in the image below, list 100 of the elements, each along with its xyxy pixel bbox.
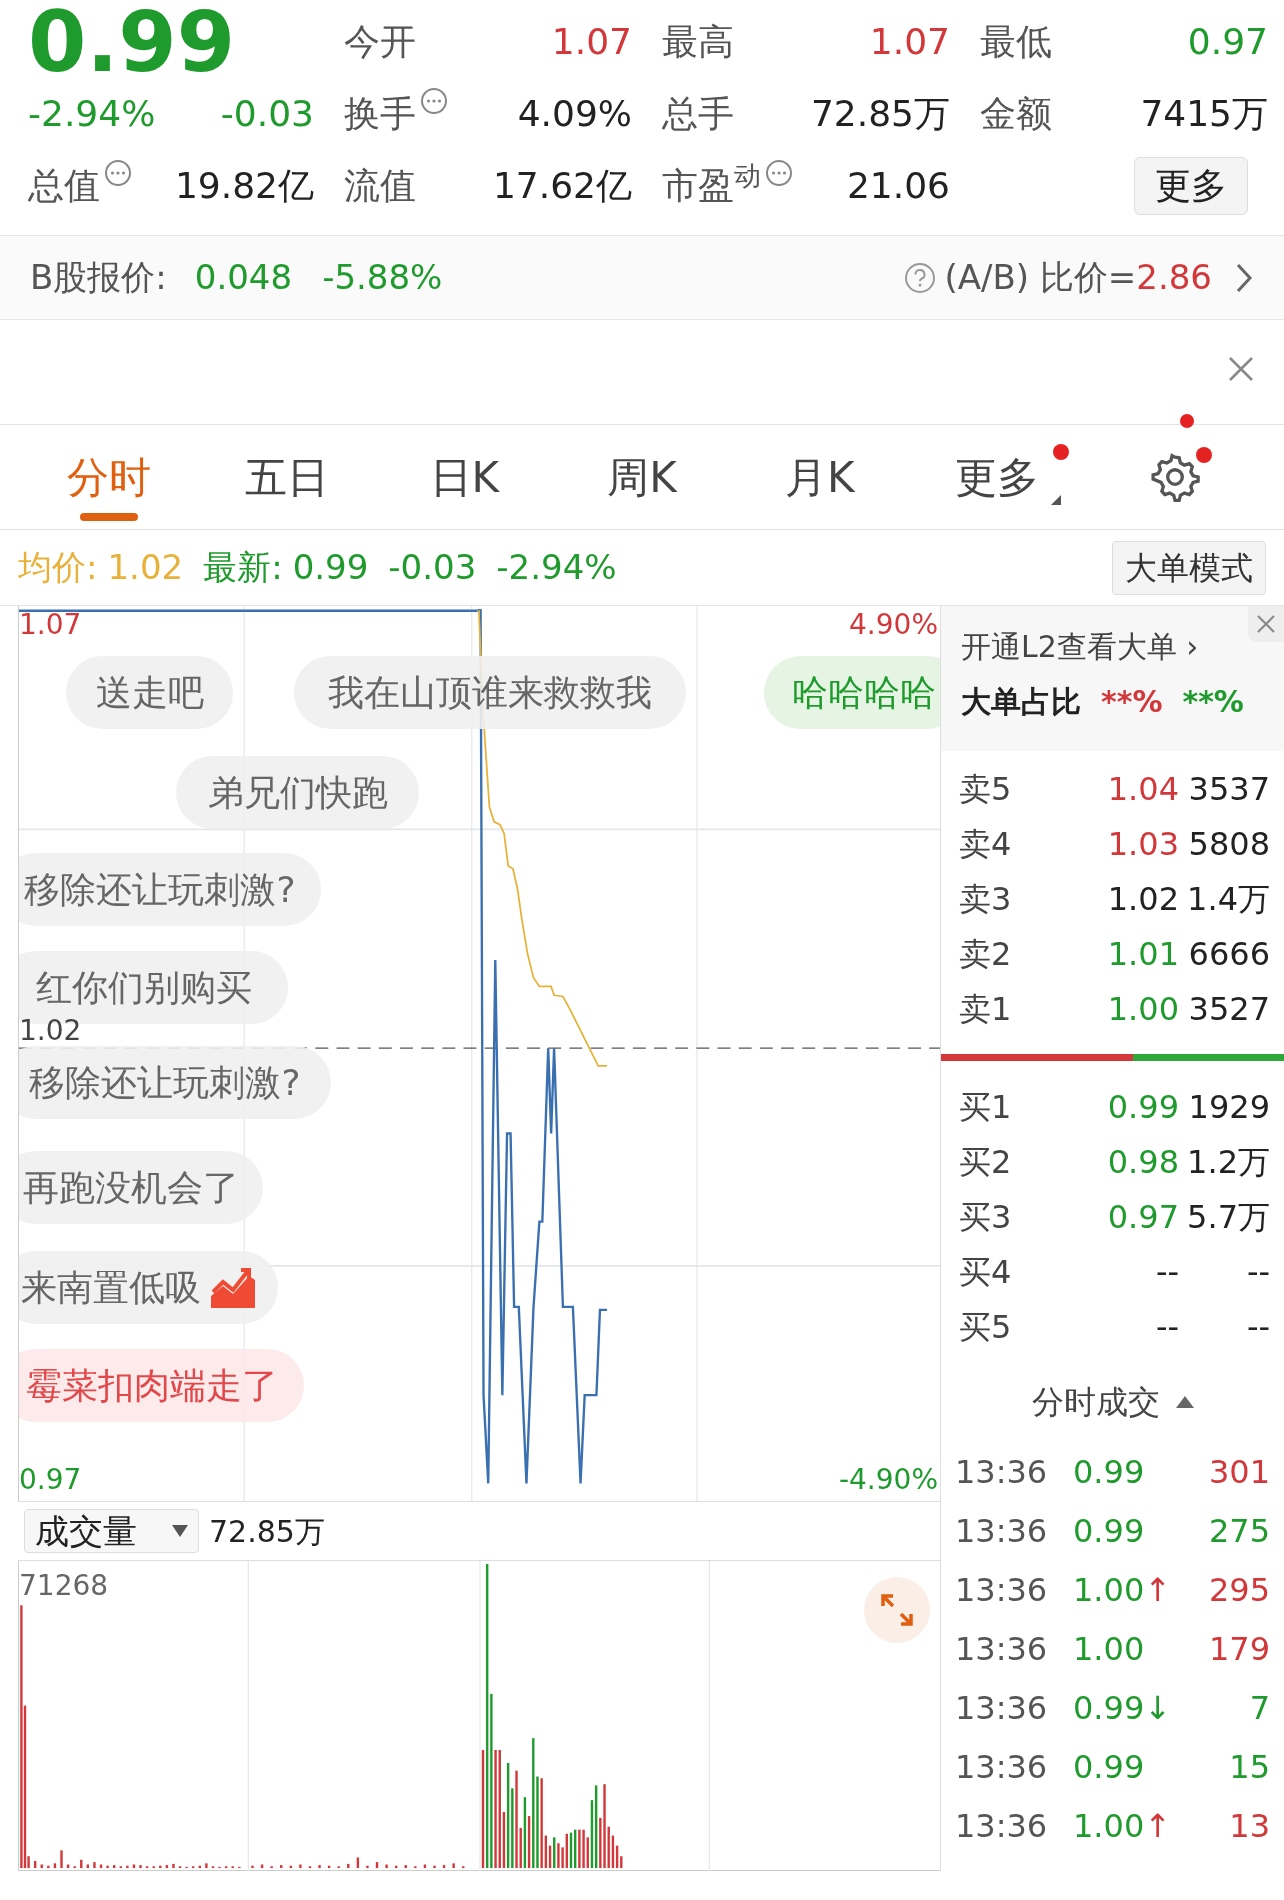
big-order-mode-button[interactable]: 大单模式 [1112, 540, 1266, 595]
order-price: -- [1154, 1251, 1179, 1293]
stat-label: 流值 [344, 164, 416, 208]
axis-percent-label: -4.90% [838, 1462, 938, 1498]
order-volume: 3537 [1187, 768, 1270, 810]
order-volume: 6666 [1187, 933, 1270, 975]
more-info-icon[interactable] [765, 159, 793, 187]
latest-change: -0.03 [388, 546, 477, 589]
chart-tab[interactable]: 五日 [197, 425, 376, 529]
order-level-label: 买4 [959, 1251, 1013, 1293]
trade-quantity: 301 [1207, 1451, 1270, 1493]
stat-value: 4.09% [517, 92, 632, 136]
order-volume: -- [1245, 1251, 1270, 1293]
trade-time: 13:36 [955, 1510, 1049, 1552]
rising-chart-icon [208, 1265, 257, 1310]
stat-label: 总值 [28, 164, 100, 208]
stat-label: 金额 [980, 92, 1052, 136]
close-button[interactable] [1248, 606, 1284, 642]
trades-title: 分时成交 [1031, 1382, 1160, 1423]
order-level-label: 买3 [959, 1196, 1013, 1238]
more-info-icon[interactable] [420, 87, 448, 115]
stat-value: 0.97 [1187, 20, 1268, 64]
trade-price: 1.00↑ [1072, 1805, 1173, 1847]
settings-icon [1150, 452, 1201, 502]
order-price: 1.03 [1106, 823, 1179, 865]
order-level-label: 买2 [959, 1141, 1013, 1183]
order-volume: -- [1245, 1306, 1270, 1348]
change-percent: -2.94% [28, 92, 156, 136]
order-level-label: 买5 [959, 1306, 1013, 1348]
stat-label: 最低 [980, 20, 1052, 64]
indicator-dropdown[interactable]: 成交量 [24, 1509, 199, 1553]
order-level-label: 卖3 [959, 878, 1013, 920]
order-volume: 5.7万 [1186, 1196, 1270, 1238]
help-icon[interactable] [904, 261, 937, 294]
order-volume: 5808 [1187, 823, 1270, 865]
trade-price: 1.00↑ [1072, 1569, 1173, 1611]
trade-time: 13:36 [955, 1746, 1049, 1788]
comment-bubble: 霉菜扣肉端走了 [19, 1349, 304, 1422]
last-price: 0.99 [28, 0, 236, 84]
stat-label: 市盈$^{动}$ [662, 159, 761, 208]
comment-bubble: 再跑没机会了 [19, 1151, 263, 1224]
chart-tab[interactable]: 更多 [908, 425, 1087, 529]
chart-tab[interactable]: 周K [553, 425, 731, 529]
big-order-ratio-label: 大单占比 [961, 683, 1081, 721]
trade-quantity: 179 [1207, 1628, 1270, 1670]
stat-value: 72.85万 [810, 92, 950, 136]
stat-label: 最高 [662, 20, 734, 64]
buy-ratio: **% [1101, 683, 1163, 721]
comment-bubble: 我在山顶谁来救救我 [294, 656, 686, 729]
order-price: -- [1154, 1306, 1179, 1348]
order-price: 0.97 [1106, 1196, 1179, 1238]
comment-bubble: 移除还让玩刺激? [19, 853, 321, 926]
trade-quantity: 13 [1228, 1805, 1270, 1847]
l2-upgrade-link[interactable]: 开通L2查看大单 › [961, 624, 1264, 669]
trade-price: 0.99 [1072, 1746, 1146, 1788]
latest-change-percent: -2.94% [496, 546, 617, 589]
comment-bubble: 弟兄们快跑 [176, 756, 419, 829]
average-price: 1.02 [107, 546, 184, 589]
trade-time: 13:36 [955, 1687, 1049, 1729]
stat-value: 17.62亿 [492, 164, 632, 208]
volume-max-label: 71268 [19, 1568, 109, 1604]
close-icon[interactable] [1228, 356, 1254, 382]
trade-price: 0.99 [1072, 1451, 1146, 1493]
order-volume: 1.2万 [1186, 1141, 1270, 1183]
stat-value: 7415万 [1140, 92, 1268, 136]
axis-percent-label: 4.90% [849, 607, 938, 643]
trade-quantity: 15 [1228, 1746, 1270, 1788]
stat-value: 21.06 [846, 164, 950, 208]
trade-price: 1.00 [1072, 1628, 1146, 1670]
b-share-label: B股报价: [30, 256, 167, 299]
change-amount: -0.03 [220, 92, 314, 136]
order-volume: 1.4万 [1186, 878, 1270, 920]
volume-total: 72.85万 [209, 1512, 325, 1551]
trade-quantity: 295 [1207, 1569, 1270, 1611]
stat-label: 今开 [344, 20, 416, 64]
axis-price-label: 0.97 [19, 1462, 82, 1498]
trade-price: 0.99 [1072, 1510, 1146, 1552]
trade-quantity: 275 [1207, 1510, 1270, 1552]
order-level-label: 卖5 [959, 768, 1013, 810]
trade-time: 13:36 [955, 1569, 1049, 1611]
order-level-label: 买1 [959, 1086, 1013, 1128]
trade-price: 0.99↓ [1072, 1687, 1173, 1729]
order-level-label: 卖2 [959, 933, 1013, 975]
caret-up-icon[interactable] [1175, 1396, 1194, 1408]
order-volume: 3527 [1187, 988, 1270, 1030]
chart-tab[interactable]: 分时 [20, 425, 198, 529]
caret-icon [172, 1525, 188, 1537]
latest-price: 0.99 [292, 546, 369, 589]
order-price: 1.00 [1106, 988, 1179, 1030]
order-price: 0.99 [1106, 1086, 1179, 1128]
more-button[interactable]: 更多 [1134, 157, 1248, 215]
sell-ratio: **% [1182, 683, 1244, 721]
expand-icon [879, 1592, 915, 1628]
more-info-icon[interactable] [104, 159, 132, 187]
chart-tab[interactable]: 月K [730, 425, 909, 529]
chart-tab[interactable]: 日K [375, 425, 554, 529]
stat-label: 总手 [662, 92, 734, 136]
order-volume: 1929 [1187, 1086, 1270, 1128]
order-price: 1.01 [1106, 933, 1179, 975]
axis-price-label: 1.07 [19, 607, 82, 643]
